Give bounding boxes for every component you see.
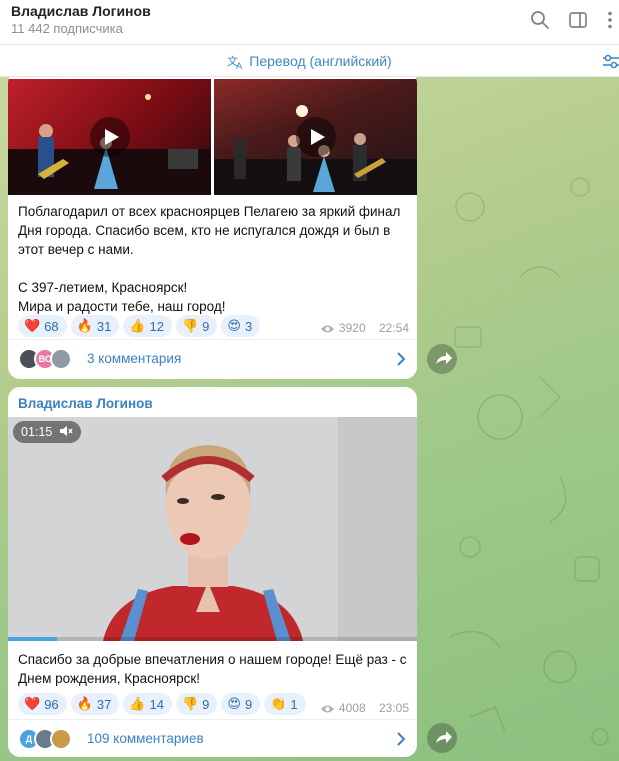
comments-link[interactable]: 3 комментария [87, 351, 181, 366]
fire-emoji: 🔥 [76, 318, 93, 334]
reaction-heart-eyes[interactable]: 😍 9 [221, 693, 261, 715]
heart-eyes-emoji: 😍 [227, 318, 241, 334]
chevron-right-icon [397, 352, 405, 366]
reaction-count: 14 [149, 696, 164, 712]
translate-icon: 文 A [227, 54, 243, 70]
post-card: Поблагодарил от всех красноярцев Пелагею… [8, 77, 417, 379]
share-arrow-icon [436, 731, 452, 743]
reaction-count: 31 [96, 318, 112, 334]
video-duration: 01:15 [21, 425, 53, 439]
video-player[interactable]: 01:15 [8, 417, 417, 641]
chat-area[interactable]: Поблагодарил от всех красноярцев Пелагею… [0, 77, 619, 761]
post-text: Спасибо за добрые впечатления о нашем го… [18, 652, 411, 686]
video-progress-fill [8, 637, 58, 641]
video-progress-bar[interactable] [8, 637, 417, 641]
reaction-count: 37 [96, 696, 112, 712]
video-duration-badge[interactable]: 01:15 [13, 421, 81, 443]
channel-header: Владислав Логинов 11 442 подписчика [0, 0, 619, 44]
fire-emoji: 🔥 [76, 696, 93, 712]
reactions-row: ❤️ 96 🔥 37 👍 14 👎 9 😍 9 👏 1 [18, 693, 310, 717]
post-time: 22:54 [378, 321, 409, 335]
comments-bar[interactable]: ВС 3 комментария [8, 339, 417, 377]
view-count: 4008 [338, 701, 366, 715]
post-sender[interactable]: Владислав Логинов [18, 396, 153, 411]
heart-emoji: ❤️ [24, 318, 41, 334]
thumbs-down-emoji: 👎 [181, 318, 199, 334]
post-meta: 4008 23:05 [320, 701, 409, 715]
video-thumbnail[interactable] [214, 79, 417, 195]
comments-bar[interactable]: Д 109 комментариев [8, 719, 417, 757]
media-album [8, 79, 417, 195]
view-count: 3920 [338, 321, 366, 335]
more-vertical-icon[interactable] [599, 9, 619, 31]
post-meta: 3920 22:54 [320, 321, 409, 335]
views-eye-icon [320, 705, 334, 713]
heart-eyes-emoji: 😍 [227, 696, 241, 712]
reaction-clap[interactable]: 👏 1 [264, 693, 306, 715]
reaction-thumbs-up[interactable]: 👍 12 [123, 315, 172, 337]
chevron-right-icon [397, 732, 405, 746]
thumbs-down-emoji: 👎 [181, 696, 199, 712]
thumbs-up-emoji: 👍 [129, 318, 146, 334]
views-eye-icon [320, 325, 334, 333]
translate-button[interactable]: 文 A Перевод (английский) [0, 53, 619, 70]
muted-speaker-icon [59, 426, 73, 436]
avatar [50, 728, 72, 750]
video-thumbnail[interactable] [8, 79, 211, 195]
search-icon[interactable] [529, 9, 551, 31]
share-button[interactable] [427, 723, 457, 753]
avatar [50, 348, 72, 370]
reactions-row: ❤️ 68 🔥 31 👍 12 👎 9 😍 3 [18, 315, 264, 339]
subscriber-count: 11 442 подписчика [11, 21, 123, 36]
reaction-count: 3 [244, 318, 253, 334]
translate-bar: 文 A Перевод (английский) [0, 44, 619, 77]
play-icon[interactable] [296, 117, 336, 157]
reaction-heart[interactable]: ❤️ 68 [18, 315, 67, 337]
reaction-fire[interactable]: 🔥 31 [70, 315, 120, 337]
share-button[interactable] [427, 344, 457, 374]
reaction-count: 68 [44, 318, 59, 334]
reaction-thumbs-up[interactable]: 👍 14 [123, 693, 172, 715]
comments-link[interactable]: 109 комментариев [87, 731, 204, 746]
reaction-count: 9 [202, 318, 210, 334]
channel-title[interactable]: Владислав Логинов [11, 3, 151, 19]
reaction-heart[interactable]: ❤️ 96 [18, 693, 67, 715]
share-arrow-icon [436, 352, 452, 364]
reaction-heart-eyes[interactable]: 😍 3 [221, 315, 261, 337]
settings-sliders-icon[interactable] [601, 52, 619, 70]
reaction-thumbs-down[interactable]: 👎 9 [175, 315, 218, 337]
reaction-fire[interactable]: 🔥 37 [70, 693, 120, 715]
reaction-count: 96 [44, 696, 59, 712]
reaction-count: 12 [149, 318, 164, 334]
reaction-count: 9 [202, 696, 210, 712]
heart-emoji: ❤️ [24, 696, 41, 712]
video-frame-image [8, 417, 417, 641]
post-card: Владислав Логинов 01:15 Спасибо за добры… [8, 387, 417, 757]
reaction-count: 1 [290, 696, 298, 712]
post-time: 23:05 [378, 701, 409, 715]
reaction-thumbs-down[interactable]: 👎 9 [175, 693, 218, 715]
clap-emoji: 👏 [270, 696, 287, 712]
sidebar-toggle-icon[interactable] [567, 9, 589, 31]
translate-label: Перевод (английский) [249, 53, 392, 69]
svg-text:A: A [236, 62, 243, 70]
thumbs-up-emoji: 👍 [129, 696, 146, 712]
reaction-count: 9 [244, 696, 253, 712]
play-icon[interactable] [90, 117, 130, 157]
post-text: Поблагодарил от всех красноярцев Пелагею… [18, 204, 401, 314]
